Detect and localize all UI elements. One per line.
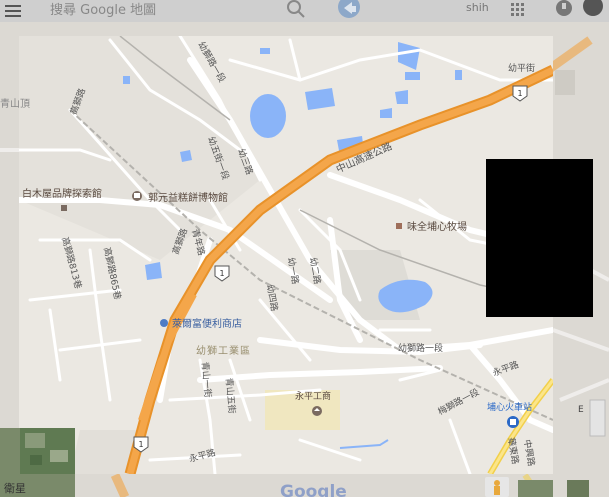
poi-store-marker[interactable] bbox=[160, 319, 168, 327]
label-ranch: 味全埔心牧場 bbox=[407, 220, 467, 233]
satellite-label: 衛星 bbox=[4, 482, 26, 495]
poi-bakery-museum[interactable] bbox=[132, 191, 142, 201]
apps-grid-icon[interactable] bbox=[511, 3, 524, 16]
svg-text:1: 1 bbox=[138, 440, 143, 449]
label-wood-house: 白木屋品牌探索館 bbox=[22, 187, 102, 200]
imagery-thumbnail[interactable] bbox=[518, 480, 553, 497]
redacted-box bbox=[486, 159, 593, 317]
poi-wood-house-marker[interactable] bbox=[61, 205, 67, 211]
svg-text:1: 1 bbox=[219, 269, 224, 278]
pegman-icon[interactable] bbox=[485, 477, 509, 497]
imagery-thumbnail-2[interactable] bbox=[567, 480, 589, 497]
label-hill: 青山頂 bbox=[0, 97, 30, 110]
top-bar bbox=[5, 5, 21, 17]
svg-text:1: 1 bbox=[517, 89, 522, 98]
search-input-placeholder: 搜尋 Google 地圖 bbox=[50, 3, 156, 18]
label-industrial-area: 幼獅工業區 bbox=[196, 344, 251, 357]
label-store: 萊爾富便利商店 bbox=[172, 317, 242, 330]
zoom-control[interactable] bbox=[589, 399, 606, 437]
label-e: E bbox=[578, 405, 584, 415]
label-school: 永平工商 bbox=[295, 390, 331, 402]
label-bakery-museum: 郭元益糕餅博物館 bbox=[148, 191, 228, 204]
train-station-icon[interactable] bbox=[507, 416, 519, 428]
notifications-icon[interactable] bbox=[556, 0, 572, 16]
google-logo: Google bbox=[280, 482, 347, 497]
poi-school-marker[interactable] bbox=[312, 406, 322, 416]
label-road-youping: 幼平街 bbox=[508, 62, 535, 74]
map-view[interactable]: 1 1 1 郭元益糕餅博物館 白木屋品牌探索館 味全埔心牧場 萊爾富便利商店 永… bbox=[0, 0, 609, 497]
label-station: 埔心火車站 bbox=[487, 401, 532, 413]
label-road-youshi1-mid: 幼獅路一段 bbox=[398, 342, 443, 354]
satellite-toggle[interactable]: 衛星 bbox=[0, 428, 75, 497]
account-name[interactable]: shih bbox=[466, 1, 489, 14]
poi-ranch-marker[interactable] bbox=[396, 223, 402, 229]
